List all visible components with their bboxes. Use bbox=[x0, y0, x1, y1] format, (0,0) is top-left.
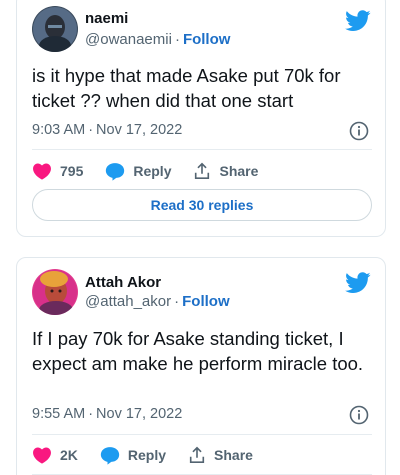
heart-icon bbox=[33, 447, 51, 464]
divider bbox=[32, 434, 372, 435]
reply-button[interactable]: Reply bbox=[105, 162, 171, 181]
twitter-bird-icon[interactable] bbox=[345, 10, 371, 32]
reply-button[interactable]: Reply bbox=[100, 446, 166, 465]
like-button[interactable]: 795 bbox=[32, 162, 83, 180]
separator: · bbox=[88, 406, 94, 422]
tweet-card: naemi @owanaemii · Follow is it hype that … bbox=[16, 0, 386, 237]
separator: · bbox=[174, 293, 180, 310]
separator: · bbox=[88, 122, 94, 138]
action-bar: 2K Reply Share bbox=[32, 444, 275, 466]
separator: · bbox=[174, 31, 180, 48]
share-icon bbox=[195, 162, 210, 180]
divider bbox=[32, 149, 372, 150]
tweet-card: Attah Akor @attah_akor · Follow If I pay 7… bbox=[16, 257, 386, 475]
share-icon bbox=[189, 446, 205, 464]
follow-button[interactable]: Follow bbox=[182, 293, 230, 310]
action-bar: 795 Reply Share bbox=[32, 160, 280, 182]
share-button[interactable]: Share bbox=[188, 446, 253, 464]
info-icon[interactable] bbox=[349, 121, 369, 141]
tweet-text: is it hype that made Asake put 70k for t… bbox=[32, 65, 341, 111]
heart-icon bbox=[33, 163, 51, 180]
tweet-time: 9:03 AM bbox=[32, 122, 86, 138]
like-count: 795 bbox=[60, 163, 84, 179]
handle-line: @owanaemii · Follow bbox=[85, 31, 230, 48]
share-button[interactable]: Share bbox=[193, 162, 258, 180]
like-count: 2K bbox=[60, 447, 78, 463]
reply-label: Reply bbox=[127, 447, 167, 463]
twitter-bird-icon[interactable] bbox=[345, 272, 371, 294]
handle-line: @attah_akor · Follow bbox=[85, 293, 230, 310]
info-icon[interactable] bbox=[349, 405, 369, 425]
tweet-date: Nov 17, 2022 bbox=[96, 122, 183, 138]
like-button[interactable]: 2K bbox=[32, 446, 78, 464]
reply-bubble-icon bbox=[100, 446, 120, 465]
avatar[interactable] bbox=[32, 6, 78, 52]
display-name[interactable]: naemi bbox=[85, 10, 128, 27]
display-name[interactable]: Attah Akor bbox=[85, 274, 161, 291]
timestamp[interactable]: 9:55 AM · Nov 17, 2022 bbox=[32, 406, 182, 422]
read-replies-button[interactable]: Read 30 replies bbox=[32, 189, 372, 221]
avatar[interactable] bbox=[32, 269, 78, 315]
tweet-time: 9:55 AM bbox=[32, 406, 86, 422]
share-label: Share bbox=[219, 163, 259, 179]
handle[interactable]: @owanaemii bbox=[85, 31, 172, 48]
tweet-text: If I pay 70k for Asake standing ticket, … bbox=[32, 328, 364, 374]
share-label: Share bbox=[214, 447, 253, 463]
reply-bubble-icon bbox=[106, 162, 125, 181]
tweet-date: Nov 17, 2022 bbox=[96, 406, 183, 422]
timestamp[interactable]: 9:03 AM · Nov 17, 2022 bbox=[32, 122, 182, 138]
handle[interactable]: @attah_akor bbox=[85, 293, 171, 310]
reply-label: Reply bbox=[133, 163, 172, 179]
follow-button[interactable]: Follow bbox=[183, 31, 231, 48]
